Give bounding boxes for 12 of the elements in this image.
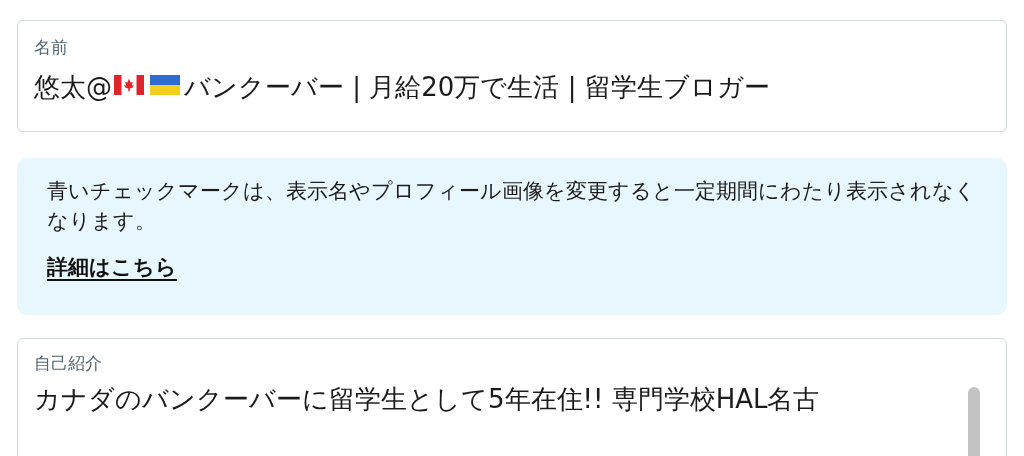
bio-text: カナダのバンクーバーに留学生として5年在住!! 専門学校HAL名古 [34,383,820,416]
name-text-start: 悠太@ [34,71,112,104]
name-text-end: バンクーバー | 月給20万で生活 | 留学生ブロガー [184,71,770,105]
notice-text: 青いチェックマークは、表示名やプロフィール画像を変更すると一定期間にわたり表示されなくなります。 [47,178,977,235]
details-link[interactable]: 詳細はこちら [47,252,177,282]
field-label: 自己紹介 [34,352,103,375]
scrollbar-thumb[interactable] [968,387,980,456]
canada-flag-icon [114,75,144,95]
bio-field[interactable]: 自己紹介 カナダのバンクーバーに留学生として5年在住!! 専門学校HAL名古 [17,338,1007,456]
name-field[interactable]: 名前 悠太@ バンクーバー | 月給20万で生活 | 留学生ブロガー [17,20,1007,132]
field-label: 名前 [34,36,69,59]
ukraine-flag-icon [150,75,180,95]
